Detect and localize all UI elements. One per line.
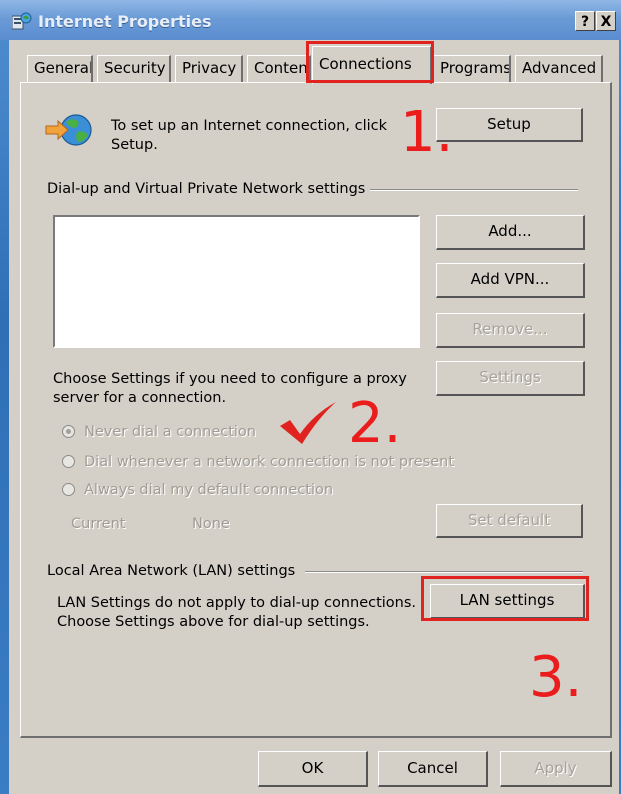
lan-group-divider [305, 571, 583, 573]
radio-selected-dot [66, 429, 71, 434]
radio-never-dial[interactable] [62, 425, 75, 438]
proxy-description-line2: server for a connection. [53, 390, 227, 406]
set-default-button[interactable]: Set default [436, 504, 583, 538]
connections-listbox[interactable] [53, 215, 420, 348]
lan-group-label: Local Area Network (LAN) settings [47, 563, 296, 579]
lan-settings-highlight [421, 576, 589, 621]
add-vpn-button[interactable]: Add VPN... [436, 263, 585, 298]
panel-content: To set up an Internet connection, click … [0, 0, 621, 794]
radio-always-dial[interactable] [62, 483, 75, 496]
current-value: None [192, 516, 230, 532]
ok-button[interactable]: OK [258, 751, 368, 787]
lan-description-line2: Choose Settings above for dial-up settin… [57, 614, 370, 630]
internet-properties-window: Internet Properties ? X General Security… [0, 0, 621, 794]
settings-button[interactable]: Settings [436, 361, 585, 396]
dialup-group-label: Dial-up and Virtual Private Network sett… [47, 181, 366, 197]
cancel-button[interactable]: Cancel [378, 751, 488, 787]
add-button[interactable]: Add... [436, 215, 585, 250]
current-label: Current [71, 516, 126, 532]
dialup-group-divider [370, 189, 578, 191]
annotation-step-1: 1. [400, 100, 454, 165]
radio-dial-whenever[interactable] [62, 455, 75, 468]
network-globe-icon [45, 114, 92, 146]
setup-button[interactable]: Setup [436, 108, 583, 142]
annotation-step-3: 3. [529, 645, 583, 710]
apply-button[interactable]: Apply [500, 751, 612, 787]
annotation-step-2: 2. [348, 391, 402, 456]
checkmark-annotation-icon [280, 402, 336, 444]
lan-description-line1: LAN Settings do not apply to dial-up con… [57, 595, 417, 611]
radio-dial-whenever-label: Dial whenever a network connection is no… [84, 454, 455, 470]
proxy-description-line1: Choose Settings if you need to configure… [53, 371, 407, 387]
radio-never-dial-label: Never dial a connection [84, 424, 256, 440]
radio-always-dial-label: Always dial my default connection [84, 482, 334, 498]
setup-description-line1: To set up an Internet connection, click [111, 118, 388, 134]
remove-button[interactable]: Remove... [436, 313, 585, 348]
setup-description-line2: Setup. [111, 137, 158, 153]
